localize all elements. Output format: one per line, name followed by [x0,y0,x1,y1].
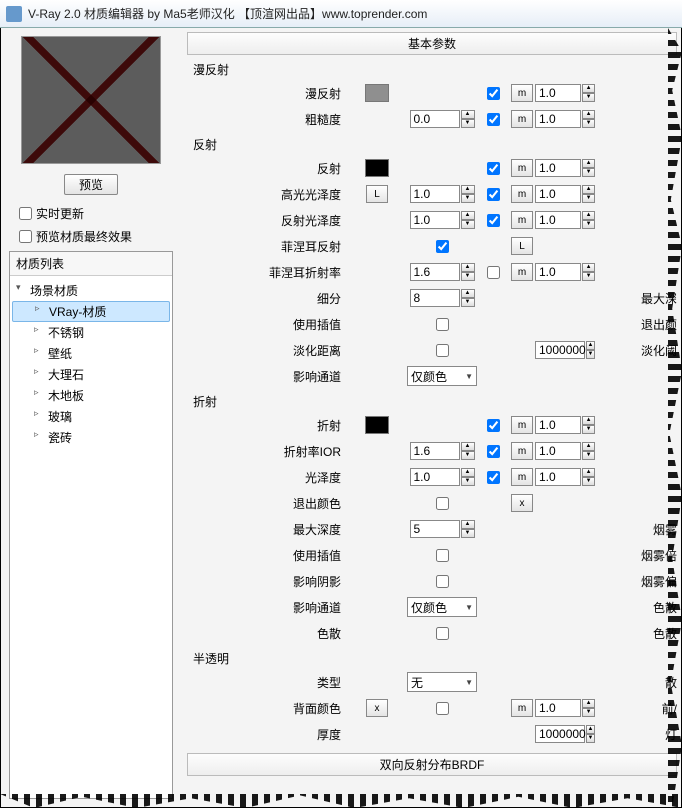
group-reflect: 反射 [187,132,677,155]
affect2-combo[interactable]: 仅颜色▼ [407,597,477,617]
diffuse-swatch[interactable] [365,84,389,102]
parameter-panel: 基本参数 漫反射 漫反射m1.0▲▼ 粗糙度0.0▲▼m1.0▲▼ 反射 反射m… [181,28,681,807]
app-icon [6,6,22,22]
tree-item[interactable]: ▹木地板 [12,385,170,406]
tree-root[interactable]: ▾场景材质 [12,280,170,301]
window-title: V-Ray 2.0 材质编辑器 by Ma5老师汉化 【顶渲网出品】www.to… [28,5,427,22]
tree-item[interactable]: ▹大理石 [12,364,170,385]
m-button[interactable]: m [511,84,533,102]
spinner[interactable]: ▲▼ [582,84,595,102]
affect-combo[interactable]: 仅颜色▼ [407,366,477,386]
material-list: 材质列表 ▾场景材质 ▹VRay-材质 ▹不锈钢 ▹壁纸 ▹大理石 ▹木地板 ▹… [9,251,173,799]
tree-item[interactable]: ▹VRay-材质 [12,301,170,322]
left-panel: 预览 实时更新 预览材质最终效果 材质列表 ▾场景材质 ▹VRay-材质 ▹不锈… [1,28,181,807]
material-list-title: 材质列表 [10,252,172,276]
tree-item[interactable]: ▹玻璃 [12,406,170,427]
reflect-swatch[interactable] [365,159,389,177]
tree-item[interactable]: ▹壁纸 [12,343,170,364]
fresnel-check[interactable] [436,240,449,253]
type-combo[interactable]: 无▼ [407,672,477,692]
group-refract: 折射 [187,389,677,412]
lock-button[interactable]: L [366,185,388,203]
group-translucency: 半透明 [187,646,677,669]
titlebar: V-Ray 2.0 材质编辑器 by Ma5老师汉化 【顶渲网出品】www.to… [0,0,682,28]
section-basic[interactable]: 基本参数 [187,32,677,55]
section-brdf[interactable]: 双向反射分布BRDF [187,753,677,776]
refract-swatch[interactable] [365,416,389,434]
diffuse-check[interactable] [487,87,500,100]
tree-item[interactable]: ▹不锈钢 [12,322,170,343]
material-tree[interactable]: ▾场景材质 ▹VRay-材质 ▹不锈钢 ▹壁纸 ▹大理石 ▹木地板 ▹玻璃 ▹瓷… [10,276,172,798]
tree-item[interactable]: ▹瓷砖 [12,427,170,448]
preview-button[interactable]: 预览 [64,174,118,195]
final-checkbox[interactable]: 预览材质最终效果 [19,228,173,245]
group-diffuse: 漫反射 [187,57,677,80]
preview-swatch[interactable] [21,36,161,164]
realtime-checkbox[interactable]: 实时更新 [19,205,173,222]
